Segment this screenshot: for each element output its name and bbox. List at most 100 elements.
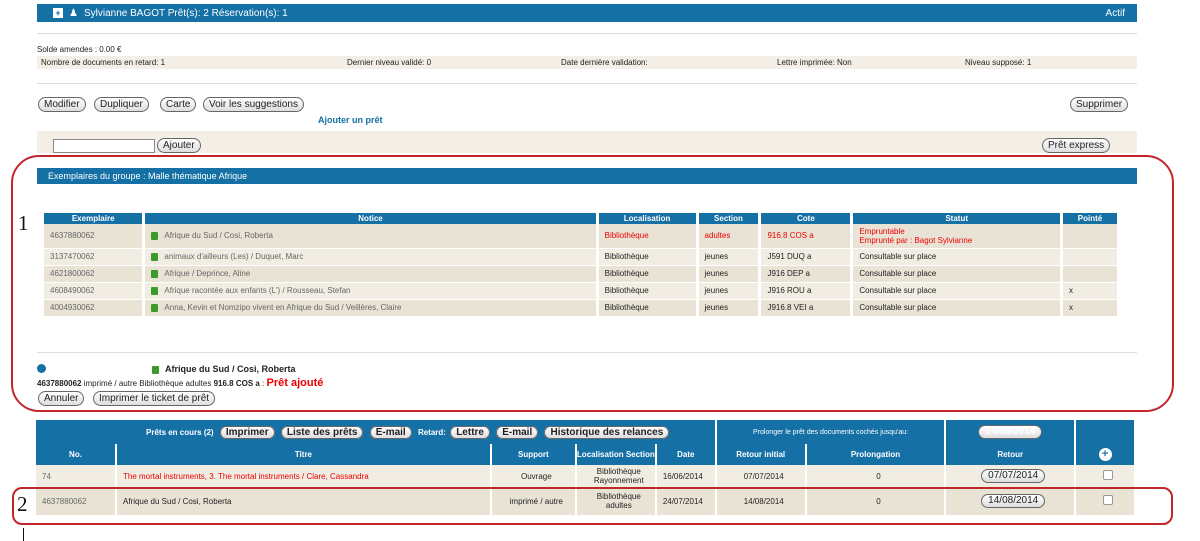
item-cote: J591 DUQ a — [759, 248, 854, 266]
extend-label: Prolonger le prêt des documents cochés j… — [715, 420, 947, 444]
item-location: Bibliothèque — [597, 299, 699, 317]
barcode-input[interactable] — [53, 139, 155, 153]
add-button[interactable]: Ajouter — [157, 138, 201, 153]
col-date: Date — [655, 444, 717, 465]
col-section: Section — [697, 213, 762, 224]
book-icon — [151, 232, 159, 241]
col-prolongation: Prolongation — [805, 444, 947, 465]
express-loan-button[interactable]: Prêt express — [1042, 138, 1111, 153]
col-no: No. — [36, 444, 117, 465]
book-icon — [151, 252, 159, 261]
person-icon: ♟ — [69, 7, 78, 19]
loan-location: Bibliothèque — [596, 467, 641, 476]
table-row[interactable]: 3137470062 animaux d'ailleurs (Les) / Du… — [44, 248, 1120, 266]
letter-printed: Lettre imprimée: Non — [777, 58, 852, 67]
result-title: Afrique du Sud / Cosi, Roberta — [165, 364, 296, 374]
item-checked — [1061, 265, 1120, 283]
duplicate-button[interactable]: Dupliquer — [94, 97, 149, 112]
item-notice-link[interactable]: Afrique racontée aux enfants (L') / Rous… — [164, 286, 350, 295]
reminder-history-button[interactable]: Historique des relances — [544, 425, 670, 439]
book-icon — [152, 365, 159, 374]
item-cote: J916.8 VEI a — [759, 299, 854, 317]
suggestions-button[interactable]: Voir les suggestions — [203, 97, 304, 112]
reader-status: Actif — [1105, 7, 1125, 19]
delete-button[interactable]: Supprimer — [1070, 97, 1129, 112]
add-loan-link[interactable]: Ajouter un prêt — [318, 115, 383, 125]
table-row[interactable]: 4608490062 Afrique racontée aux enfants … — [44, 282, 1120, 300]
divider — [37, 33, 1137, 34]
item-status: Empruntable — [859, 226, 905, 236]
table-row[interactable]: 74 The mortal instruments, 3. The mortal… — [36, 465, 1136, 487]
late-email-button[interactable]: E-mail — [496, 425, 539, 439]
expand-icon[interactable]: + — [53, 8, 63, 18]
table-row[interactable]: 4637880062 Afrique du Sud / Cosi, Robert… — [44, 224, 1120, 249]
result-notice: Afrique du Sud / Cosi, Roberta — [152, 364, 296, 374]
table-row[interactable]: 4621800062 Afrique / Deprince, Aline Bib… — [44, 265, 1120, 283]
item-location: Bibliothèque — [597, 282, 699, 300]
loan-checkbox[interactable] — [1103, 470, 1114, 480]
item-section: jeunes — [697, 282, 762, 300]
item-cote: J916 DEP a — [759, 265, 854, 283]
item-barcode: 4637880062 — [44, 224, 146, 249]
col-pointe: Pointé — [1061, 213, 1120, 224]
item-notice-link[interactable]: Anna, Kevin et Nomzipo vivent en Afrique… — [164, 303, 401, 312]
item-section: jeunes — [697, 248, 762, 266]
late-count: Nombre de documents en retard: 1 — [41, 58, 166, 67]
table-row[interactable]: 4004930062 Anna, Kevin et Nomzipo vivent… — [44, 299, 1120, 317]
group-items-table: Exemplaire Notice Localisation Section C… — [44, 213, 1120, 317]
add-icon[interactable]: + — [1098, 448, 1112, 461]
item-barcode: 4621800062 — [44, 265, 146, 283]
return-date-input[interactable]: 07/07/2014 — [981, 469, 1046, 483]
loan-initial-return: 07/07/2014 — [715, 465, 807, 487]
loan-list-button[interactable]: Liste des prêts — [280, 425, 364, 439]
annotation-number-2: 2 — [17, 492, 28, 516]
reader-header: + ♟ Sylvianne BAGOT Prêt(s): 2 Réservati… — [37, 4, 1137, 22]
col-support: Support — [490, 444, 577, 465]
reader-info-bar: Nombre de documents en retard: 1 Dernier… — [37, 56, 1137, 69]
item-location: Bibliothèque — [597, 248, 699, 266]
annotation-marker — [23, 528, 24, 541]
col-notice: Notice — [143, 213, 599, 224]
col-loc-section: Localisation Section — [575, 444, 657, 465]
fines-balance: Solde amendes : 0.00 € — [37, 45, 122, 54]
book-icon — [151, 269, 159, 278]
item-checked: x — [1061, 299, 1120, 317]
col-cote: Cote — [759, 213, 854, 224]
item-borrower: Emprunté par : Bagot Sylvianne — [859, 235, 973, 245]
item-cote: 916.8 COS a — [759, 224, 854, 249]
item-checked — [1061, 248, 1120, 266]
loan-no: 74 — [36, 465, 117, 487]
item-checked: x — [1061, 282, 1120, 300]
group-title-bar: Exemplaires du groupe : Malle thématique… — [37, 168, 1137, 184]
group-title: Exemplaires du groupe : Malle thématique… — [48, 171, 248, 181]
letter-button[interactable]: Lettre — [450, 425, 490, 439]
print-loans-button[interactable]: Imprimer — [219, 425, 275, 439]
item-status: Consultable sur place — [851, 265, 1064, 283]
info-icon[interactable] — [37, 364, 46, 373]
last-validation-date: Date dernière validation: — [561, 58, 648, 67]
divider — [37, 83, 1137, 84]
item-notice-link[interactable]: animaux d'ailleurs (Les) / Duquet, Marc — [164, 252, 303, 261]
modify-button[interactable]: Modifier — [38, 97, 86, 112]
last-level: Dernier niveau validé: 0 — [347, 58, 432, 67]
card-button[interactable]: Carte — [160, 97, 197, 112]
item-status: Consultable sur place — [851, 282, 1064, 300]
late-label: Retard: — [417, 427, 446, 437]
item-location: Bibliothèque — [597, 265, 699, 283]
item-location: Bibliothèque — [597, 224, 699, 249]
result-cote: 916.8 COS a — [213, 379, 260, 388]
divider — [37, 352, 1137, 353]
email-button[interactable]: E-mail — [369, 425, 412, 439]
item-notice-link[interactable]: Afrique / Deprince, Aline — [164, 269, 250, 278]
loan-extension: 0 — [805, 465, 947, 487]
loan-title-link[interactable]: The mortal instruments, 3. The mortal in… — [115, 465, 492, 487]
col-exemplaire: Exemplaire — [44, 213, 146, 224]
item-section: jeunes — [697, 265, 762, 283]
item-section: jeunes — [697, 299, 762, 317]
item-notice-link[interactable]: Afrique du Sud / Cosi, Roberta — [164, 231, 273, 240]
extend-date-input[interactable]: 14/08/2014 — [978, 425, 1043, 439]
cancel-button[interactable]: Annuler — [38, 391, 85, 406]
book-icon — [151, 303, 159, 312]
print-ticket-button[interactable]: Imprimer le ticket de prêt — [93, 391, 216, 406]
col-localisation: Localisation — [597, 213, 699, 224]
